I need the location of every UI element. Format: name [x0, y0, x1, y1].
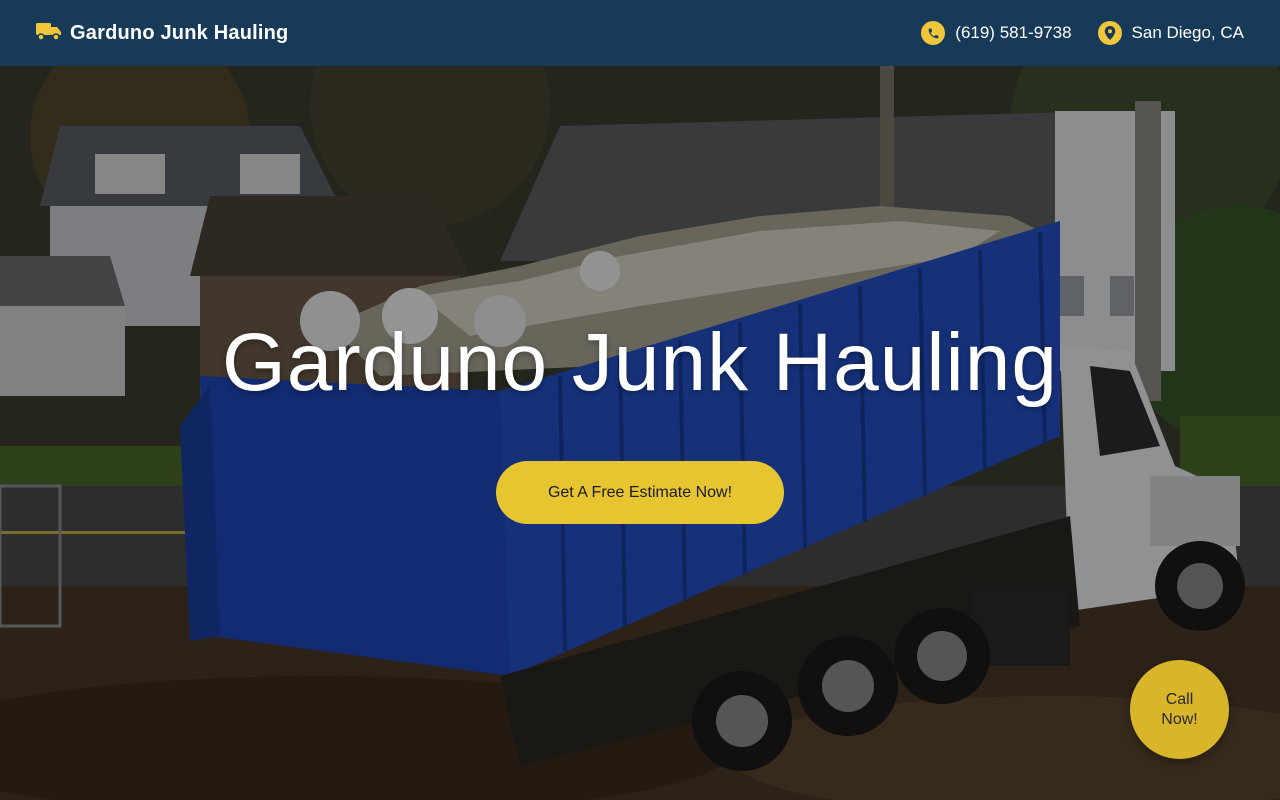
hero-section: Garduno Junk Hauling Get A Free Estimate…	[0, 66, 1280, 800]
phone-number: (619) 581-9738	[955, 23, 1072, 42]
call-now-button[interactable]: Call Now!	[1130, 660, 1229, 759]
top-navbar: Garduno Junk Hauling (619) 581-9738 San …	[0, 0, 1280, 66]
location-link[interactable]: San Diego, CA	[1097, 21, 1244, 45]
call-now-label: Call Now!	[1161, 690, 1198, 728]
truck-icon	[36, 20, 62, 47]
contact-info: (619) 581-9738 San Diego, CA	[921, 21, 1244, 45]
phone-icon	[921, 21, 946, 45]
brand[interactable]: Garduno Junk Hauling	[36, 20, 288, 47]
phone-link[interactable]: (619) 581-9738	[921, 21, 1072, 45]
map-pin-icon	[1097, 21, 1122, 45]
hero-title: Garduno Junk Hauling	[222, 317, 1058, 408]
free-estimate-button[interactable]: Get A Free Estimate Now!	[496, 461, 784, 524]
location-text: San Diego, CA	[1131, 23, 1244, 42]
hero-dark-overlay	[0, 66, 1280, 800]
brand-name: Garduno Junk Hauling	[70, 21, 289, 44]
